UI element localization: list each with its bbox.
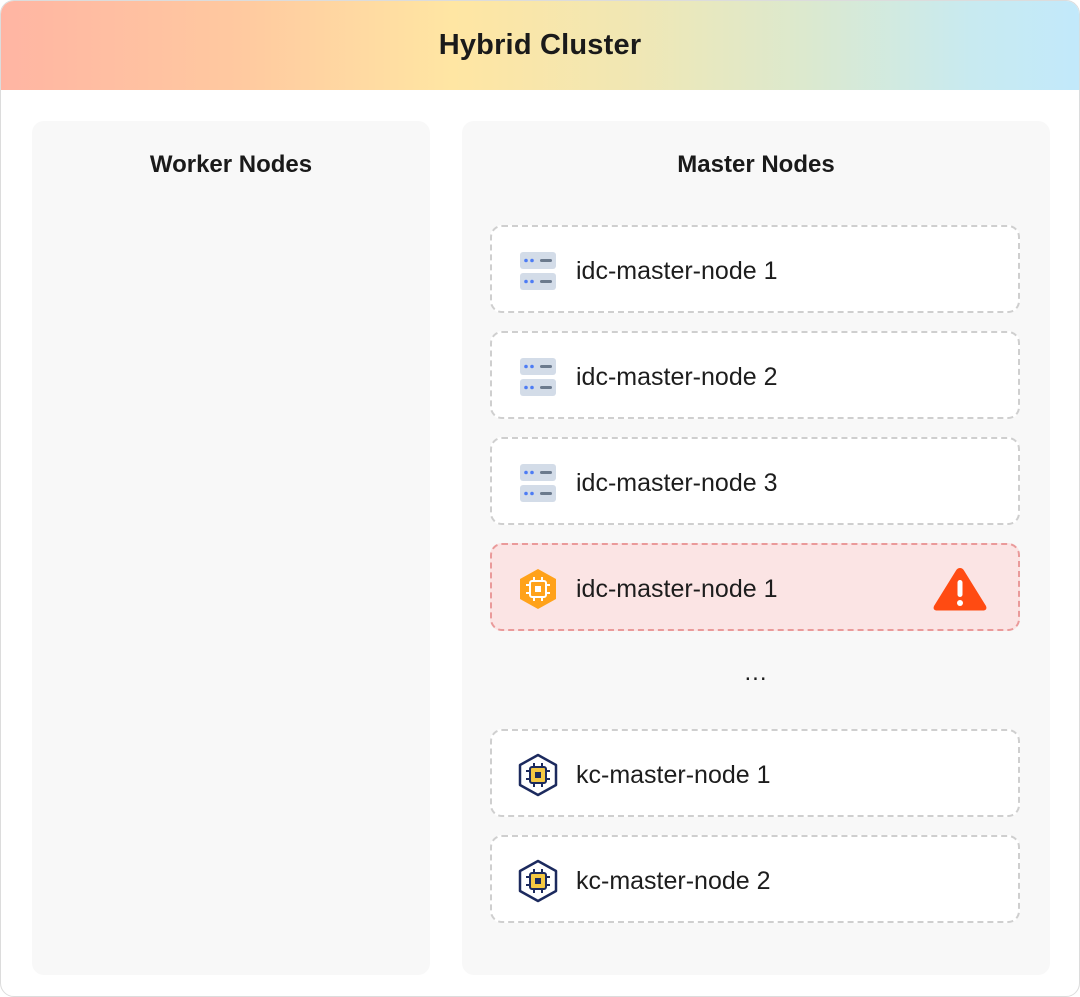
chip-hexagon-icon (518, 859, 558, 903)
worker-nodes-panel: Worker Nodes (32, 121, 430, 975)
master-nodes-panel: Master Nodes idc-master-node 1 idc-maste… (462, 121, 1050, 975)
worker-nodes-title: Worker Nodes (149, 151, 313, 178)
hybrid-cluster-frame: Hybrid Cluster Worker Nodes Master Nodes (0, 0, 1080, 997)
node-label: idc-master-node 3 (576, 469, 778, 497)
node-label: idc-master-node 1 (576, 257, 778, 285)
chip-hexagon-icon (518, 753, 558, 797)
orange-chip-hexagon-icon (518, 567, 558, 611)
node-label: kc-master-node 2 (576, 867, 771, 895)
node-label: idc-master-node 2 (576, 363, 778, 391)
master-node-card: kc-master-node 1 (490, 729, 1020, 817)
server-icon (518, 461, 558, 505)
node-label: kc-master-node 1 (576, 761, 771, 789)
master-node-card-alert: idc-master-node 1 (490, 543, 1020, 631)
cluster-header: Hybrid Cluster (1, 1, 1079, 90)
server-icon (518, 249, 558, 293)
master-nodes-title: Master Nodes (677, 151, 835, 178)
master-node-card: idc-master-node 1 (490, 225, 1020, 313)
master-node-card: idc-master-node 3 (490, 437, 1020, 525)
cluster-title: Hybrid Cluster (438, 29, 642, 61)
warning-icon (930, 564, 990, 614)
node-label: idc-master-node 1 (576, 575, 778, 603)
master-node-card: idc-master-node 2 (490, 331, 1020, 419)
more-nodes-ellipsis: ... (744, 659, 768, 686)
server-icon (518, 355, 558, 399)
master-node-card: kc-master-node 2 (490, 835, 1020, 923)
